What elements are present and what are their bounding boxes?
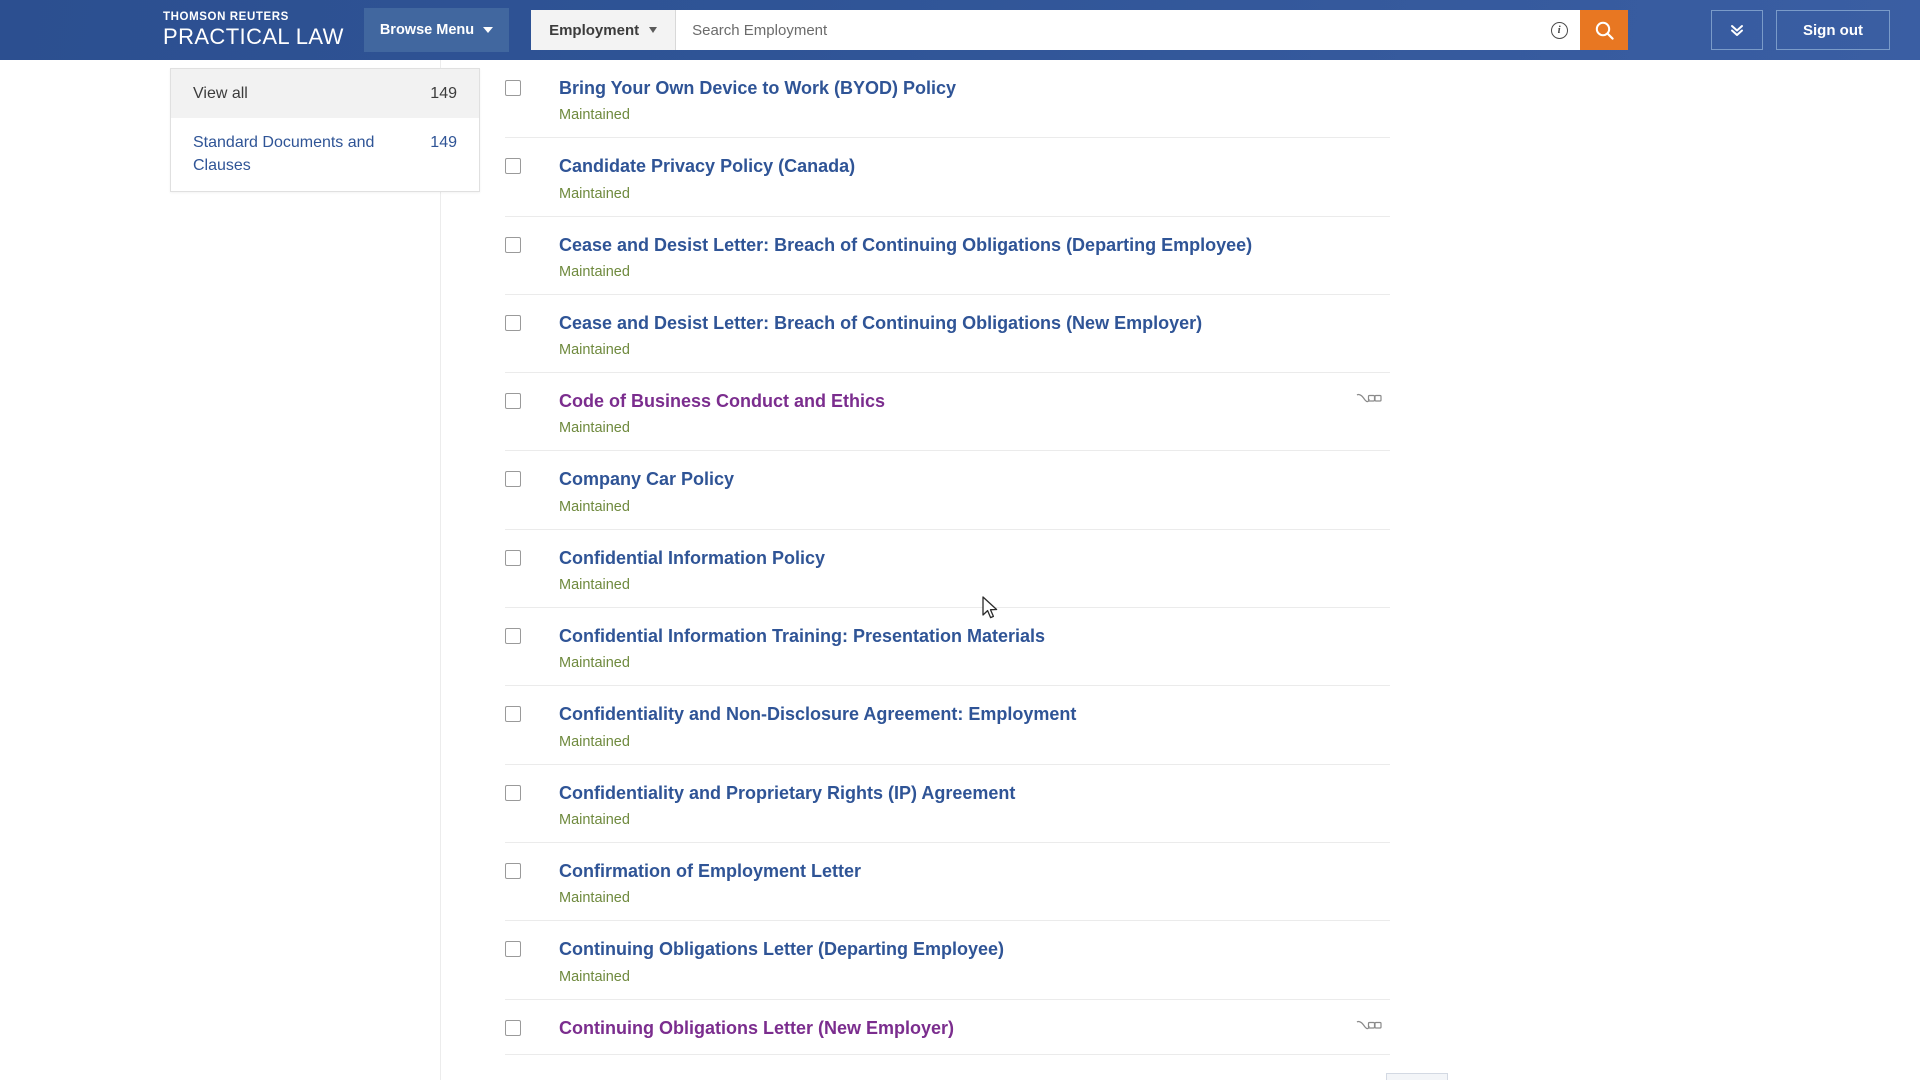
result-title-link[interactable]: Cease and Desist Letter: Breach of Conti… <box>559 233 1252 257</box>
result-row: Confidentiality and Proprietary Rights (… <box>505 765 1390 843</box>
result-title-link[interactable]: Cease and Desist Letter: Breach of Conti… <box>559 311 1202 335</box>
page-body: View all 149 Standard Documents and Clau… <box>0 60 1920 1080</box>
result-row-checkbox[interactable] <box>505 80 521 96</box>
search-scope-label: Employment <box>549 21 640 39</box>
result-title-link[interactable]: Confidential Information Policy <box>559 546 825 570</box>
result-title-link[interactable]: Bring Your Own Device to Work (BYOD) Pol… <box>559 76 956 100</box>
result-row: Company Car Policy Maintained <box>505 451 1390 530</box>
result-row-checkbox[interactable] <box>505 784 521 801</box>
result-title-link[interactable]: Confidentiality and Proprietary Rights (… <box>559 781 1015 805</box>
result-row: Confidential Information Training: Prese… <box>505 608 1390 687</box>
facet-panel: View all 149 Standard Documents and Clau… <box>170 68 480 192</box>
back-to-top-button[interactable]: Top <box>1386 1073 1448 1080</box>
result-status-label: Maintained <box>559 185 630 202</box>
result-row: Code of Business Conduct and Ethics Maint… <box>505 373 1390 452</box>
result-title-link[interactable]: Continuing Obligations Letter (New Emplo… <box>559 1016 954 1040</box>
result-row: Confirmation of Employment Letter Maintai… <box>505 843 1390 922</box>
result-row: Confidential Information Policy Maintaine… <box>505 530 1390 609</box>
result-status-label: Maintained <box>559 811 630 828</box>
facet-label: Standard Documents and Clauses <box>193 134 375 175</box>
browse-menu-button[interactable]: Browse Menu <box>363 8 510 52</box>
app-header: THOMSON REUTERS PRACTICAL LAW Browse Men… <box>0 0 1920 60</box>
result-title-link[interactable]: Code of Business Conduct and Ethics <box>559 389 885 413</box>
glasses-viewed-icon <box>1356 1020 1382 1029</box>
result-row-checkbox[interactable] <box>505 393 521 410</box>
result-row-checkbox[interactable] <box>505 628 521 645</box>
result-status-label: Maintained <box>559 498 630 515</box>
result-row: Candidate Privacy Policy (Canada) Maintai… <box>505 138 1390 217</box>
result-row-checkbox[interactable] <box>505 1019 521 1036</box>
search-bar: Employment i <box>531 10 1629 50</box>
search-input[interactable] <box>676 10 1539 50</box>
result-row-body: Continuing Obligations Letter (Departing… <box>559 937 1390 984</box>
result-title-link[interactable]: Company Car Policy <box>559 467 734 491</box>
chevron-down-icon <box>483 27 494 33</box>
facet-label: View all <box>193 85 248 102</box>
search-scope-dropdown[interactable]: Employment <box>531 10 677 50</box>
result-row-body: Code of Business Conduct and Ethics Maint… <box>559 389 1390 436</box>
result-status-label: Maintained <box>559 263 630 280</box>
chevron-down-icon <box>649 27 658 33</box>
result-row-checkbox[interactable] <box>505 158 521 175</box>
result-row: Cease and Desist Letter: Breach of Conti… <box>505 217 1390 295</box>
result-row: Continuing Obligations Letter (New Emplo… <box>505 1000 1390 1055</box>
result-row: Bring Your Own Device to Work (BYOD) Pol… <box>505 60 1390 139</box>
facet-count: 149 <box>430 134 457 152</box>
info-icon: i <box>1550 21 1568 39</box>
result-title-link[interactable]: Confirmation of Employment Letter <box>559 859 861 883</box>
brand-top-line: THOMSON REUTERS <box>163 11 289 24</box>
result-row-body: Confidential Information Training: Prese… <box>559 624 1390 671</box>
expand-toolbar-button[interactable] <box>1711 10 1763 50</box>
result-title-link[interactable]: Candidate Privacy Policy (Canada) <box>559 154 855 178</box>
result-row-body: Continuing Obligations Letter (New Emplo… <box>559 1016 1390 1040</box>
result-row-body: Confidentiality and Proprietary Rights (… <box>559 781 1390 828</box>
result-row: Continuing Obligations Letter (Departing… <box>505 921 1390 1000</box>
browse-menu-label: Browse Menu <box>379 22 475 38</box>
result-status-label: Maintained <box>559 577 630 594</box>
result-status-label: Maintained <box>559 342 630 359</box>
header-right-controls: Sign out <box>1711 0 1890 60</box>
result-row-checkbox[interactable] <box>505 862 521 879</box>
result-row-checkbox[interactable] <box>505 941 521 958</box>
result-row-checkbox[interactable] <box>505 549 521 566</box>
sign-out-button[interactable]: Sign out <box>1776 10 1890 50</box>
double-chevron-down-icon <box>1731 25 1743 36</box>
result-row-body: Cease and Desist Letter: Breach of Conti… <box>559 233 1390 280</box>
brand-logo: THOMSON REUTERS PRACTICAL LAW <box>163 12 344 48</box>
result-row-checkbox[interactable] <box>505 236 521 253</box>
result-title-link[interactable]: Continuing Obligations Letter (Departing… <box>559 937 1004 961</box>
result-status-label: Maintained <box>559 733 630 750</box>
result-row-body: Candidate Privacy Policy (Canada) Maintai… <box>559 154 1390 201</box>
facet-item-standard-documents-and-clauses[interactable]: Standard Documents and Clauses 149 <box>171 118 479 190</box>
glasses-viewed-icon <box>1356 394 1382 403</box>
result-row-body: Company Car Policy Maintained <box>559 467 1390 514</box>
result-status-label: Maintained <box>559 890 630 907</box>
result-row-body: Confirmation of Employment Letter Maintai… <box>559 859 1390 906</box>
result-row-body: Confidentiality and Non-Disclosure Agree… <box>559 702 1390 749</box>
result-title-link[interactable]: Confidentiality and Non-Disclosure Agree… <box>559 702 1076 726</box>
result-row: Cease and Desist Letter: Breach of Conti… <box>505 295 1390 374</box>
result-row-checkbox[interactable] <box>505 471 521 488</box>
search-icon <box>1595 21 1614 40</box>
result-title-link[interactable]: Confidential Information Training: Prese… <box>559 624 1045 648</box>
result-status-label: Maintained <box>559 655 630 672</box>
result-row-body: Confidential Information Policy Maintaine… <box>559 546 1390 593</box>
result-row-body: Cease and Desist Letter: Breach of Conti… <box>559 311 1390 358</box>
result-row: Confidentiality and Non-Disclosure Agree… <box>505 686 1390 765</box>
search-info-button[interactable]: i <box>1538 10 1581 50</box>
result-status-label: Maintained <box>559 107 630 124</box>
facet-count: 149 <box>430 85 457 102</box>
search-submit-button[interactable] <box>1580 10 1629 50</box>
results-list: Bring Your Own Device to Work (BYOD) Pol… <box>505 60 1390 1055</box>
result-status-label: Maintained <box>559 420 630 437</box>
column-divider <box>440 60 441 1080</box>
facet-item-view-all[interactable]: View all 149 <box>171 69 479 119</box>
result-status-label: Maintained <box>559 968 630 985</box>
brand-main-line: PRACTICAL LAW <box>163 23 344 49</box>
result-row-body: Bring Your Own Device to Work (BYOD) Pol… <box>559 76 1390 123</box>
result-row-checkbox[interactable] <box>505 314 521 331</box>
result-row-checkbox[interactable] <box>505 706 521 723</box>
